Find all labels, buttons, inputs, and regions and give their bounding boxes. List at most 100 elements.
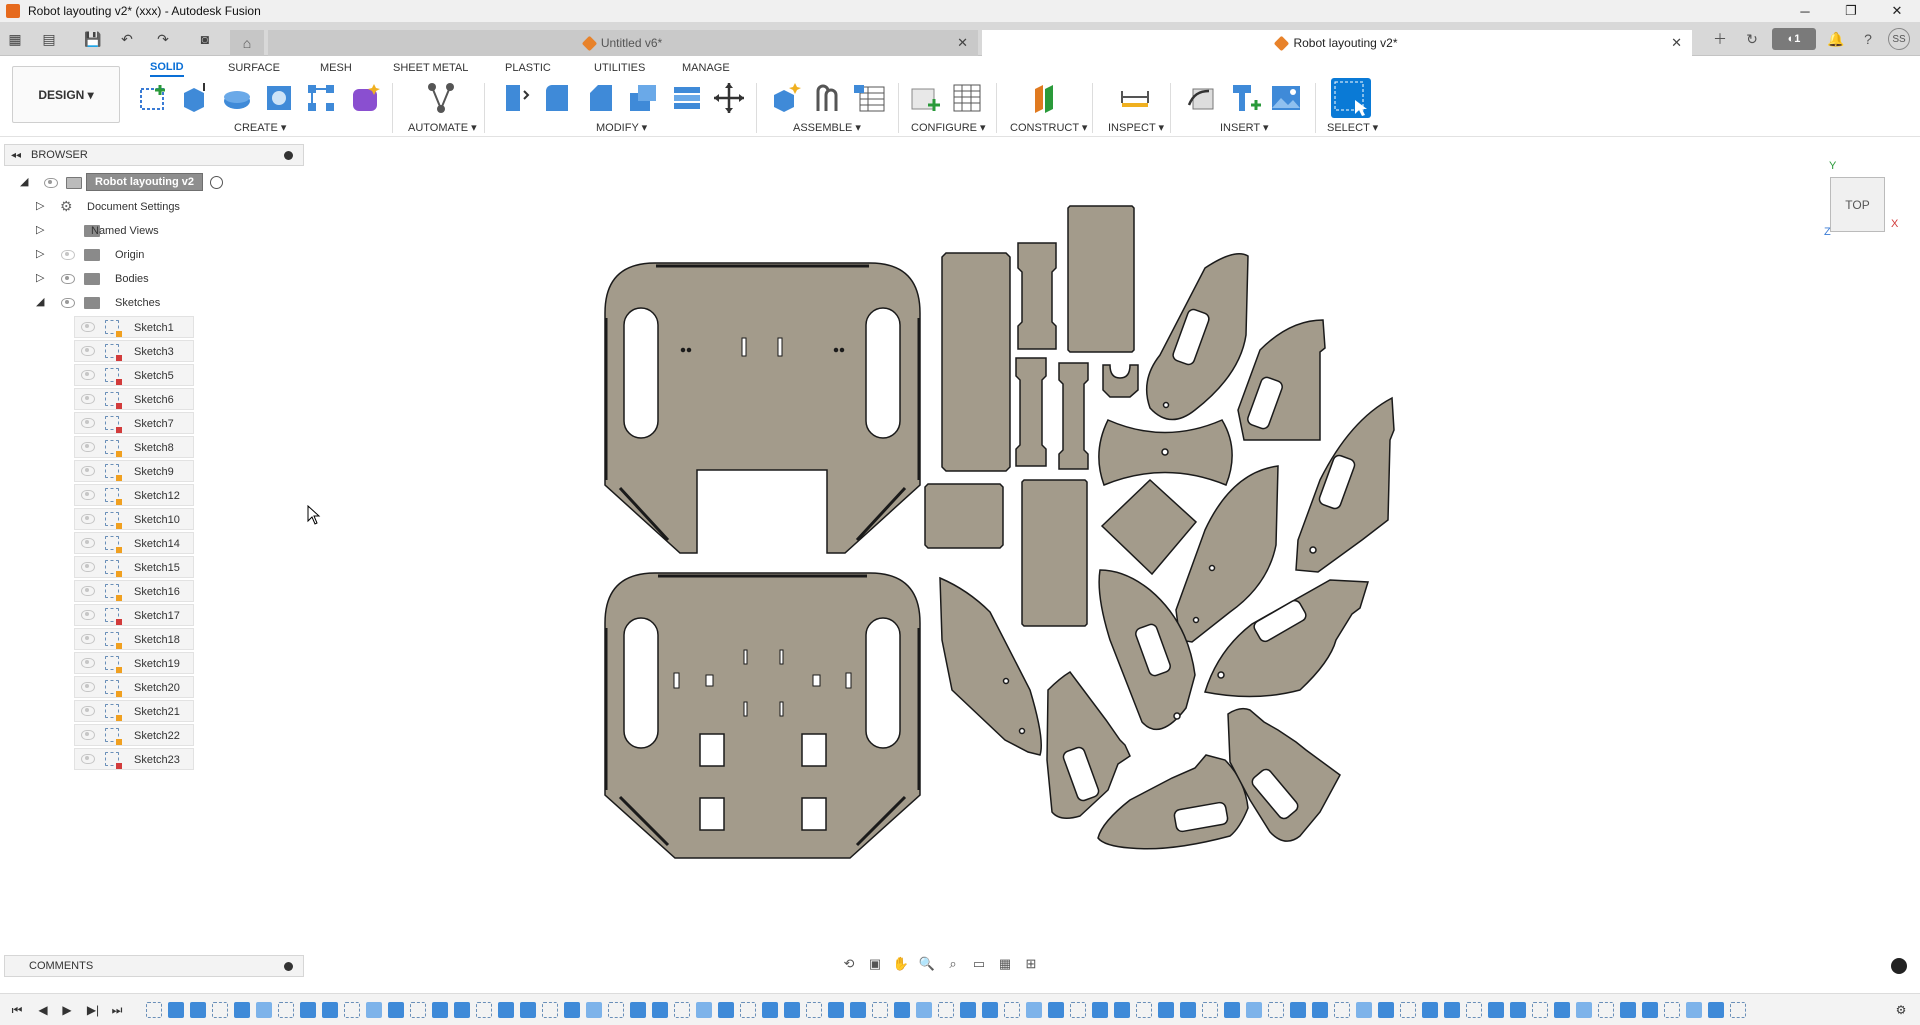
automate-icon[interactable] bbox=[424, 81, 458, 115]
user-avatar[interactable]: SS bbox=[1888, 28, 1910, 50]
group-inspect[interactable]: INSPECT ▾ bbox=[1108, 121, 1164, 134]
offset-plane-icon[interactable] bbox=[1027, 81, 1061, 115]
close-button[interactable]: ✕ bbox=[1874, 0, 1920, 22]
pattern-icon[interactable] bbox=[304, 81, 338, 115]
group-construct[interactable]: CONSTRUCT ▾ bbox=[1010, 121, 1087, 134]
timeline-sketch-icon[interactable] bbox=[1598, 1002, 1614, 1018]
help-icon[interactable]: ? bbox=[1856, 28, 1880, 50]
file-menu-icon[interactable]: ▤ bbox=[38, 28, 60, 50]
timeline-feature-icon[interactable] bbox=[1048, 1002, 1064, 1018]
group-assemble[interactable]: ASSEMBLE ▾ bbox=[793, 121, 861, 134]
group-select[interactable]: SELECT ▾ bbox=[1327, 121, 1378, 134]
timeline-sketch-icon[interactable] bbox=[1532, 1002, 1548, 1018]
comments-panel-header[interactable]: COMMENTS bbox=[4, 955, 304, 977]
timeline-feature-icon[interactable] bbox=[190, 1002, 206, 1018]
timeline-sketch-icon[interactable] bbox=[1004, 1002, 1020, 1018]
timeline-feature-icon[interactable] bbox=[1422, 1002, 1438, 1018]
timeline-sketch-icon[interactable] bbox=[806, 1002, 822, 1018]
timeline-sketch-icon[interactable] bbox=[1136, 1002, 1152, 1018]
timeline-next-icon[interactable]: ▶| bbox=[84, 1001, 102, 1019]
insert-mcmaster-icon[interactable] bbox=[1227, 81, 1261, 115]
group-configure[interactable]: CONFIGURE ▾ bbox=[911, 121, 986, 134]
create-sketch-icon[interactable] bbox=[136, 81, 170, 115]
timeline-feature-icon[interactable] bbox=[1290, 1002, 1306, 1018]
timeline-sketch-icon[interactable] bbox=[1664, 1002, 1680, 1018]
timeline-feature-icon[interactable] bbox=[784, 1002, 800, 1018]
data-panel-grid-icon[interactable]: ▦ bbox=[4, 28, 26, 50]
timeline-sketch-icon[interactable] bbox=[1730, 1002, 1746, 1018]
timeline-sketch-icon[interactable] bbox=[542, 1002, 558, 1018]
timeline-feature-icon[interactable] bbox=[1686, 1002, 1702, 1018]
timeline-sketch-icon[interactable] bbox=[1268, 1002, 1284, 1018]
shell-icon[interactable] bbox=[626, 81, 660, 115]
insert-canvas-icon[interactable] bbox=[1269, 81, 1303, 115]
timeline-feature-icon[interactable] bbox=[982, 1002, 998, 1018]
timeline-feature-icon[interactable] bbox=[520, 1002, 536, 1018]
form-icon[interactable] bbox=[348, 81, 382, 115]
timeline-feature-icon[interactable] bbox=[498, 1002, 514, 1018]
zoom-window-icon[interactable]: ⌕ bbox=[942, 953, 964, 975]
hole-icon[interactable] bbox=[262, 81, 296, 115]
timeline-feature-icon[interactable] bbox=[1642, 1002, 1658, 1018]
timeline-sketch-icon[interactable] bbox=[410, 1002, 426, 1018]
timeline-play-icon[interactable]: ▶ bbox=[58, 1001, 76, 1019]
tab-solid[interactable]: SOLID bbox=[150, 59, 184, 77]
press-pull-icon[interactable] bbox=[498, 81, 532, 115]
revolve-icon[interactable] bbox=[220, 81, 254, 115]
timeline-feature-icon[interactable] bbox=[1356, 1002, 1372, 1018]
group-create[interactable]: CREATE ▾ bbox=[234, 121, 286, 134]
move-icon[interactable] bbox=[712, 81, 746, 115]
display-settings-icon[interactable]: ▭ bbox=[968, 953, 990, 975]
close-tab-icon[interactable]: ✕ bbox=[1671, 35, 1682, 51]
timeline-sketch-icon[interactable] bbox=[1334, 1002, 1350, 1018]
chamfer-icon[interactable] bbox=[584, 81, 618, 115]
timeline-feature-icon[interactable] bbox=[388, 1002, 404, 1018]
timeline-sketch-icon[interactable] bbox=[344, 1002, 360, 1018]
timeline-feature-icon[interactable] bbox=[432, 1002, 448, 1018]
extensions-icon[interactable]: ↻ bbox=[1740, 28, 1764, 50]
timeline-sketch-icon[interactable] bbox=[212, 1002, 228, 1018]
configuration-table-icon[interactable] bbox=[950, 81, 984, 115]
workspace-switcher[interactable]: DESIGN ▾ bbox=[12, 66, 120, 123]
undo-icon[interactable]: ↶ bbox=[116, 28, 138, 50]
timeline-feature-icon[interactable] bbox=[1312, 1002, 1328, 1018]
timeline-feature-icon[interactable] bbox=[696, 1002, 712, 1018]
orbit-icon[interactable]: ⟲ bbox=[838, 953, 860, 975]
tab-untitled[interactable]: Untitled v6* ✕ bbox=[268, 30, 978, 56]
timeline-sketch-icon[interactable] bbox=[1400, 1002, 1416, 1018]
tab-robot-layouting[interactable]: Robot layouting v2* ✕ bbox=[982, 30, 1692, 56]
timeline-first-icon[interactable]: ⏮ bbox=[8, 1001, 26, 1019]
close-tab-icon[interactable]: ✕ bbox=[957, 35, 968, 51]
timeline-sketch-icon[interactable] bbox=[674, 1002, 690, 1018]
timeline-sketch-icon[interactable] bbox=[1202, 1002, 1218, 1018]
timeline-feature-icon[interactable] bbox=[718, 1002, 734, 1018]
combine-icon[interactable] bbox=[670, 81, 704, 115]
timeline-sketch-icon[interactable] bbox=[740, 1002, 756, 1018]
group-automate[interactable]: AUTOMATE ▾ bbox=[408, 121, 477, 134]
configure-parameters-icon[interactable] bbox=[908, 81, 942, 115]
timeline-feature-icon[interactable] bbox=[894, 1002, 910, 1018]
minimize-button[interactable]: ─ bbox=[1782, 0, 1828, 22]
timeline-feature-icon[interactable] bbox=[1224, 1002, 1240, 1018]
timeline-previous-icon[interactable]: ◀ bbox=[34, 1001, 52, 1019]
timeline-feature-icon[interactable] bbox=[168, 1002, 184, 1018]
group-modify[interactable]: MODIFY ▾ bbox=[596, 121, 647, 134]
timeline-feature-icon[interactable] bbox=[586, 1002, 602, 1018]
timeline-feature-icon[interactable] bbox=[322, 1002, 338, 1018]
add-comment-icon[interactable] bbox=[284, 961, 293, 971]
design-canvas[interactable] bbox=[0, 140, 1920, 950]
timeline-sketch-icon[interactable] bbox=[872, 1002, 888, 1018]
extrude-icon[interactable] bbox=[178, 81, 212, 115]
timeline-feature-icon[interactable] bbox=[234, 1002, 250, 1018]
tab-mesh[interactable]: MESH bbox=[320, 59, 352, 77]
fillet-icon[interactable] bbox=[540, 81, 574, 115]
save-icon[interactable]: 💾 bbox=[82, 28, 104, 50]
timeline-feature-icon[interactable] bbox=[1488, 1002, 1504, 1018]
tab-surface[interactable]: SURFACE bbox=[228, 59, 280, 77]
timeline-feature-icon[interactable] bbox=[366, 1002, 382, 1018]
timeline-feature-icon[interactable] bbox=[1114, 1002, 1130, 1018]
measure-icon[interactable] bbox=[1118, 81, 1152, 115]
new-component-icon[interactable] bbox=[768, 81, 802, 115]
timeline-feature-icon[interactable] bbox=[1180, 1002, 1196, 1018]
timeline-feature-icon[interactable] bbox=[1158, 1002, 1174, 1018]
